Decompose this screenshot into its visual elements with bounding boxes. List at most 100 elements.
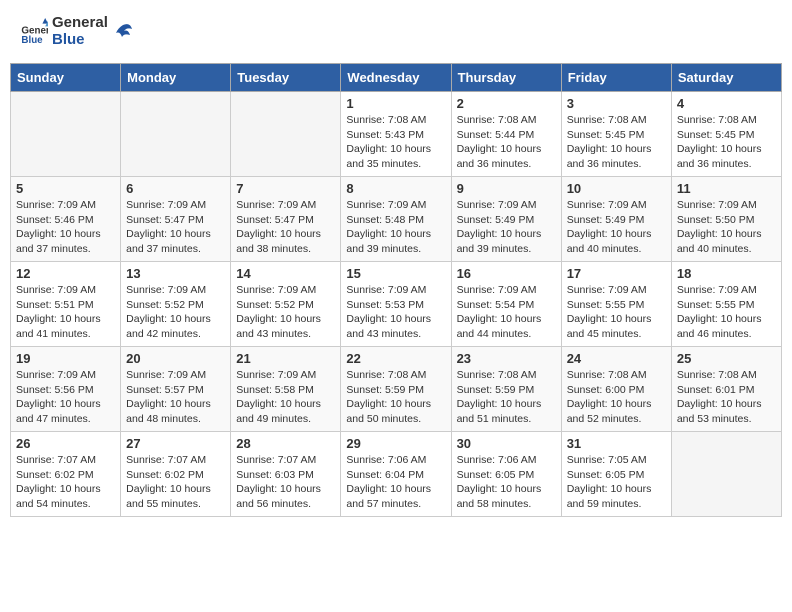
logo-general: General: [52, 14, 108, 31]
day-cell: 16Sunrise: 7:09 AM Sunset: 5:54 PM Dayli…: [451, 262, 561, 347]
header-saturday: Saturday: [671, 64, 781, 92]
day-cell: 1Sunrise: 7:08 AM Sunset: 5:43 PM Daylig…: [341, 92, 451, 177]
day-info: Sunrise: 7:09 AM Sunset: 5:53 PM Dayligh…: [346, 283, 445, 342]
day-number: 27: [126, 436, 225, 451]
week-row-4: 19 Sunrise: 7:09 AM Sunset: 5:56 PM Dayli…: [11, 347, 782, 432]
day-cell: 7 Sunrise: 7:09 AM Sunset: 5:47 PM Daylig…: [231, 177, 341, 262]
day-info: Sunrise: 7:09 AM Sunset: 5:55 PM Dayligh…: [567, 283, 666, 342]
day-number: 23: [457, 351, 556, 366]
day-number: 8: [346, 181, 445, 196]
day-cell: [671, 432, 781, 517]
day-info: Sunrise: 7:09 AM Sunset: 5:49 PM Dayligh…: [457, 198, 556, 257]
day-cell: 5 Sunrise: 7:09 AM Sunset: 5:46 PM Daylig…: [11, 177, 121, 262]
day-cell: 21 Sunrise: 7:09 AM Sunset: 5:58 PM Dayli…: [231, 347, 341, 432]
day-number: 11: [677, 181, 776, 196]
day-cell: [231, 92, 341, 177]
header-row: SundayMondayTuesdayWednesdayThursdayFrid…: [11, 64, 782, 92]
day-info: Sunrise: 7:09 AM Sunset: 5:52 PM Dayligh…: [236, 283, 335, 342]
week-row-5: 26 Sunrise: 7:07 AM Sunset: 6:02 PM Dayli…: [11, 432, 782, 517]
day-info: Sunrise: 7:06 AM Sunset: 6:04 PM Dayligh…: [346, 453, 445, 512]
day-info: Sunrise: 7:08 AM Sunset: 5:45 PM Dayligh…: [567, 113, 666, 172]
day-info: Sunrise: 7:09 AM Sunset: 5:51 PM Dayligh…: [16, 283, 115, 342]
day-info: Sunrise: 7:09 AM Sunset: 5:46 PM Dayligh…: [16, 198, 115, 257]
day-number: 21: [236, 351, 335, 366]
day-cell: [121, 92, 231, 177]
day-number: 2: [457, 96, 556, 111]
day-cell: 15 Sunrise: 7:09 AM Sunset: 5:53 PM Dayli…: [341, 262, 451, 347]
day-number: 29: [346, 436, 445, 451]
day-cell: 11Sunrise: 7:09 AM Sunset: 5:50 PM Dayli…: [671, 177, 781, 262]
day-info: Sunrise: 7:09 AM Sunset: 5:58 PM Dayligh…: [236, 368, 335, 427]
day-info: Sunrise: 7:08 AM Sunset: 5:44 PM Dayligh…: [457, 113, 556, 172]
week-row-1: 1Sunrise: 7:08 AM Sunset: 5:43 PM Daylig…: [11, 92, 782, 177]
day-number: 14: [236, 266, 335, 281]
day-number: 7: [236, 181, 335, 196]
day-number: 22: [346, 351, 445, 366]
header-wednesday: Wednesday: [341, 64, 451, 92]
day-cell: 6Sunrise: 7:09 AM Sunset: 5:47 PM Daylig…: [121, 177, 231, 262]
day-number: 5: [16, 181, 115, 196]
day-info: Sunrise: 7:09 AM Sunset: 5:55 PM Dayligh…: [677, 283, 776, 342]
day-info: Sunrise: 7:09 AM Sunset: 5:52 PM Dayligh…: [126, 283, 225, 342]
day-cell: 22 Sunrise: 7:08 AM Sunset: 5:59 PM Dayli…: [341, 347, 451, 432]
day-number: 25: [677, 351, 776, 366]
day-info: Sunrise: 7:06 AM Sunset: 6:05 PM Dayligh…: [457, 453, 556, 512]
day-cell: 2 Sunrise: 7:08 AM Sunset: 5:44 PM Daylig…: [451, 92, 561, 177]
day-cell: 26 Sunrise: 7:07 AM Sunset: 6:02 PM Dayli…: [11, 432, 121, 517]
day-cell: 24 Sunrise: 7:08 AM Sunset: 6:00 PM Dayli…: [561, 347, 671, 432]
day-number: 12: [16, 266, 115, 281]
day-cell: 4 Sunrise: 7:08 AM Sunset: 5:45 PM Daylig…: [671, 92, 781, 177]
day-number: 1: [346, 96, 445, 111]
day-info: Sunrise: 7:08 AM Sunset: 6:00 PM Dayligh…: [567, 368, 666, 427]
day-cell: 28 Sunrise: 7:07 AM Sunset: 6:03 PM Dayli…: [231, 432, 341, 517]
day-info: Sunrise: 7:07 AM Sunset: 6:02 PM Dayligh…: [126, 453, 225, 512]
day-info: Sunrise: 7:07 AM Sunset: 6:02 PM Dayligh…: [16, 453, 115, 512]
day-number: 28: [236, 436, 335, 451]
logo: General Blue General Blue: [20, 15, 134, 48]
day-number: 19: [16, 351, 115, 366]
day-info: Sunrise: 7:09 AM Sunset: 5:54 PM Dayligh…: [457, 283, 556, 342]
day-number: 6: [126, 181, 225, 196]
svg-text:Blue: Blue: [21, 35, 43, 46]
day-number: 26: [16, 436, 115, 451]
header-friday: Friday: [561, 64, 671, 92]
day-info: Sunrise: 7:08 AM Sunset: 5:59 PM Dayligh…: [457, 368, 556, 427]
day-cell: 17Sunrise: 7:09 AM Sunset: 5:55 PM Dayli…: [561, 262, 671, 347]
week-row-3: 12 Sunrise: 7:09 AM Sunset: 5:51 PM Dayli…: [11, 262, 782, 347]
day-number: 18: [677, 266, 776, 281]
day-info: Sunrise: 7:08 AM Sunset: 6:01 PM Dayligh…: [677, 368, 776, 427]
day-number: 4: [677, 96, 776, 111]
day-cell: 3 Sunrise: 7:08 AM Sunset: 5:45 PM Daylig…: [561, 92, 671, 177]
day-info: Sunrise: 7:08 AM Sunset: 5:45 PM Dayligh…: [677, 113, 776, 172]
day-number: 31: [567, 436, 666, 451]
day-info: Sunrise: 7:09 AM Sunset: 5:56 PM Dayligh…: [16, 368, 115, 427]
day-number: 20: [126, 351, 225, 366]
header-monday: Monday: [121, 64, 231, 92]
day-cell: 27 Sunrise: 7:07 AM Sunset: 6:02 PM Dayli…: [121, 432, 231, 517]
day-info: Sunrise: 7:07 AM Sunset: 6:03 PM Dayligh…: [236, 453, 335, 512]
header-tuesday: Tuesday: [231, 64, 341, 92]
day-cell: 9 Sunrise: 7:09 AM Sunset: 5:49 PM Daylig…: [451, 177, 561, 262]
day-cell: 14 Sunrise: 7:09 AM Sunset: 5:52 PM Dayli…: [231, 262, 341, 347]
day-number: 15: [346, 266, 445, 281]
week-row-2: 5 Sunrise: 7:09 AM Sunset: 5:46 PM Daylig…: [11, 177, 782, 262]
day-cell: 23 Sunrise: 7:08 AM Sunset: 5:59 PM Dayli…: [451, 347, 561, 432]
day-cell: 10Sunrise: 7:09 AM Sunset: 5:49 PM Dayli…: [561, 177, 671, 262]
day-number: 24: [567, 351, 666, 366]
day-cell: 31Sunrise: 7:05 AM Sunset: 6:05 PM Dayli…: [561, 432, 671, 517]
day-number: 3: [567, 96, 666, 111]
day-cell: 12 Sunrise: 7:09 AM Sunset: 5:51 PM Dayli…: [11, 262, 121, 347]
day-number: 9: [457, 181, 556, 196]
day-cell: 18 Sunrise: 7:09 AM Sunset: 5:55 PM Dayli…: [671, 262, 781, 347]
day-cell: 20 Sunrise: 7:09 AM Sunset: 5:57 PM Dayli…: [121, 347, 231, 432]
day-number: 13: [126, 266, 225, 281]
day-info: Sunrise: 7:08 AM Sunset: 5:59 PM Dayligh…: [346, 368, 445, 427]
header: General Blue General Blue: [10, 10, 782, 53]
day-info: Sunrise: 7:09 AM Sunset: 5:49 PM Dayligh…: [567, 198, 666, 257]
day-info: Sunrise: 7:09 AM Sunset: 5:57 PM Dayligh…: [126, 368, 225, 427]
logo-icon: General Blue: [20, 18, 48, 46]
day-info: Sunrise: 7:09 AM Sunset: 5:47 PM Dayligh…: [236, 198, 335, 257]
calendar-table: SundayMondayTuesdayWednesdayThursdayFrid…: [10, 63, 782, 517]
day-cell: 29 Sunrise: 7:06 AM Sunset: 6:04 PM Dayli…: [341, 432, 451, 517]
header-thursday: Thursday: [451, 64, 561, 92]
